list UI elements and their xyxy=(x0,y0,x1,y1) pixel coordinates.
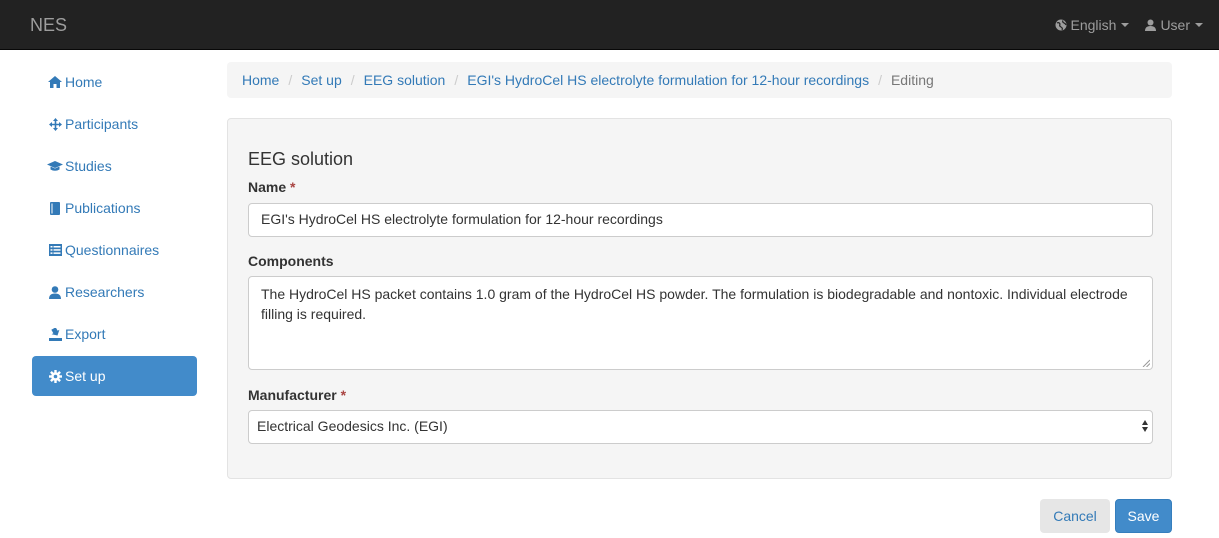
chevron-down-icon xyxy=(1121,23,1130,27)
name-label: Name * xyxy=(248,179,295,195)
breadcrumb-separator: / xyxy=(288,72,293,88)
sidebar-item-studies[interactable]: Studies xyxy=(32,146,197,186)
sidebar-item-label: Studies xyxy=(65,158,112,174)
required-marker: * xyxy=(340,387,347,403)
sidebar-item-label: Publications xyxy=(65,200,141,216)
globe-icon xyxy=(1055,19,1067,31)
sidebar-item-export[interactable]: Export xyxy=(32,314,197,354)
breadcrumb: Home / Set up / EEG solution / EGI's Hyd… xyxy=(227,62,1172,98)
brand-logo[interactable]: NES xyxy=(30,15,67,36)
move-icon xyxy=(47,117,63,131)
name-label-text: Name xyxy=(248,179,287,195)
sidebar-item-label: Participants xyxy=(65,116,139,132)
language-dropdown[interactable]: English xyxy=(1055,17,1130,33)
breadcrumb-current: Editing xyxy=(890,72,934,88)
resize-handle-icon[interactable] xyxy=(1142,359,1150,367)
breadcrumb-separator: / xyxy=(878,72,882,88)
book-icon xyxy=(47,201,63,215)
breadcrumb-home[interactable]: Home xyxy=(242,72,279,88)
components-label: Components xyxy=(248,253,334,269)
user-icon xyxy=(47,285,63,299)
select-arrows-icon xyxy=(1142,420,1148,432)
sidebar-item-questionnaires[interactable]: Questionnaires xyxy=(32,230,197,270)
breadcrumb-solution-item[interactable]: EGI's HydroCel HS electrolyte formulatio… xyxy=(467,72,869,88)
sidebar-item-home[interactable]: Home xyxy=(32,62,197,102)
breadcrumb-separator: / xyxy=(350,72,355,88)
required-marker: * xyxy=(290,179,296,195)
export-icon xyxy=(47,327,63,341)
save-button[interactable]: Save xyxy=(1115,499,1172,533)
sidebar-item-participants[interactable]: Participants xyxy=(32,104,197,144)
cancel-button[interactable]: Cancel xyxy=(1040,499,1110,533)
gear-icon xyxy=(47,369,63,383)
sidebar: Home Participants Studies Publications Q… xyxy=(32,62,197,398)
user-dropdown[interactable]: User xyxy=(1145,17,1203,33)
components-text: The HydroCel HS packet contains 1.0 gram… xyxy=(261,286,1128,322)
sidebar-item-label: Set up xyxy=(65,368,106,384)
breadcrumb-eeg-solution[interactable]: EEG solution xyxy=(364,72,446,88)
manufacturer-selected-value: Electrical Geodesics Inc. (EGI) xyxy=(257,418,448,434)
sidebar-item-label: Export xyxy=(65,326,106,342)
list-icon xyxy=(47,244,63,256)
sidebar-item-label: Researchers xyxy=(65,284,145,300)
eeg-solution-form: EEG solution Name * EGI's HydroCel HS el… xyxy=(227,118,1172,479)
breadcrumb-setup[interactable]: Set up xyxy=(301,72,341,88)
user-label: User xyxy=(1160,17,1190,33)
form-title: EEG solution xyxy=(248,149,354,169)
navbar-right: English User xyxy=(1055,0,1219,50)
sidebar-item-setup[interactable]: Set up xyxy=(32,356,197,396)
sidebar-item-publications[interactable]: Publications xyxy=(32,188,197,228)
language-label: English xyxy=(1070,17,1117,33)
sidebar-item-researchers[interactable]: Researchers xyxy=(32,272,197,312)
manufacturer-label: Manufacturer * xyxy=(248,387,346,403)
sidebar-item-label: Home xyxy=(65,74,103,90)
name-input[interactable]: EGI's HydroCel HS electrolyte formulatio… xyxy=(248,203,1153,237)
chevron-down-icon xyxy=(1195,23,1203,27)
components-textarea[interactable]: The HydroCel HS packet contains 1.0 gram… xyxy=(248,276,1153,370)
graduation-cap-icon xyxy=(47,160,63,172)
sidebar-item-label: Questionnaires xyxy=(65,242,160,258)
manufacturer-select[interactable]: Electrical Geodesics Inc. (EGI) xyxy=(248,410,1153,444)
user-icon xyxy=(1145,19,1157,31)
home-icon xyxy=(47,76,63,88)
manufacturer-label-text: Manufacturer xyxy=(248,387,337,403)
breadcrumb-separator: / xyxy=(454,72,459,88)
top-navbar: NES English User xyxy=(0,0,1219,50)
